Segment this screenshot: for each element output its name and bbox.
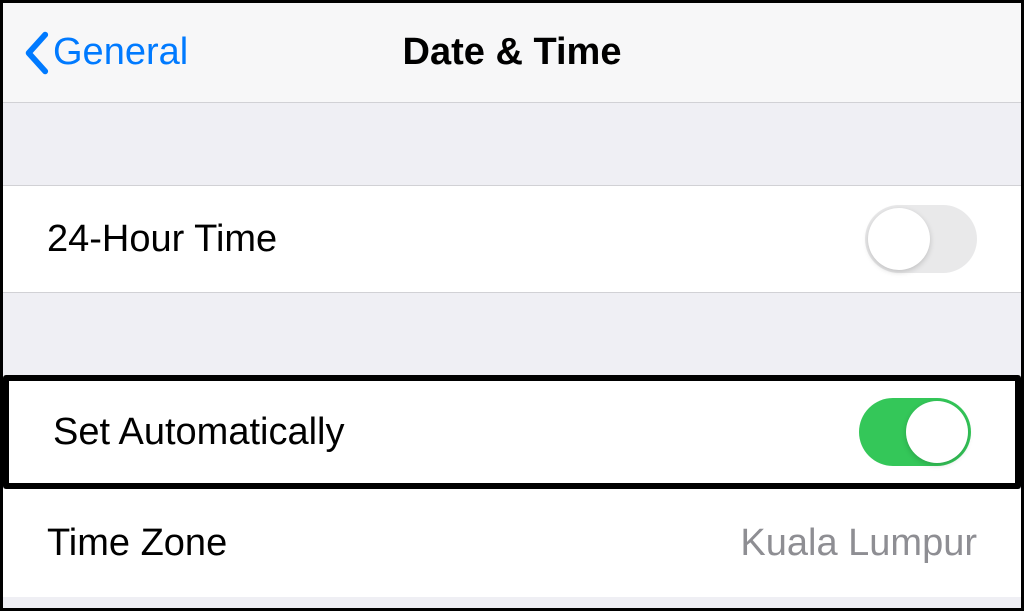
navigation-bar: General Date & Time (3, 3, 1021, 103)
set-automatically-row[interactable]: Set Automatically (9, 381, 1015, 483)
toggle-thumb (868, 208, 930, 270)
chevron-left-icon (23, 31, 49, 75)
page-title: Date & Time (403, 31, 622, 74)
time-zone-value: Kuala Lumpur (740, 522, 977, 565)
time-zone-label: Time Zone (47, 522, 227, 565)
back-label: General (53, 31, 188, 74)
set-automatically-label: Set Automatically (53, 411, 344, 454)
time-zone-row[interactable]: Time Zone Kuala Lumpur (3, 489, 1021, 597)
toggle-thumb (906, 401, 968, 463)
twenty-four-hour-time-row[interactable]: 24-Hour Time (3, 185, 1021, 293)
section-spacer (3, 293, 1021, 375)
section-spacer (3, 103, 1021, 185)
twenty-four-hour-time-label: 24-Hour Time (47, 218, 277, 261)
twenty-four-hour-time-toggle[interactable] (865, 205, 977, 273)
back-button[interactable]: General (23, 31, 188, 75)
highlight-box: Set Automatically (3, 375, 1021, 489)
set-automatically-toggle[interactable] (859, 398, 971, 466)
